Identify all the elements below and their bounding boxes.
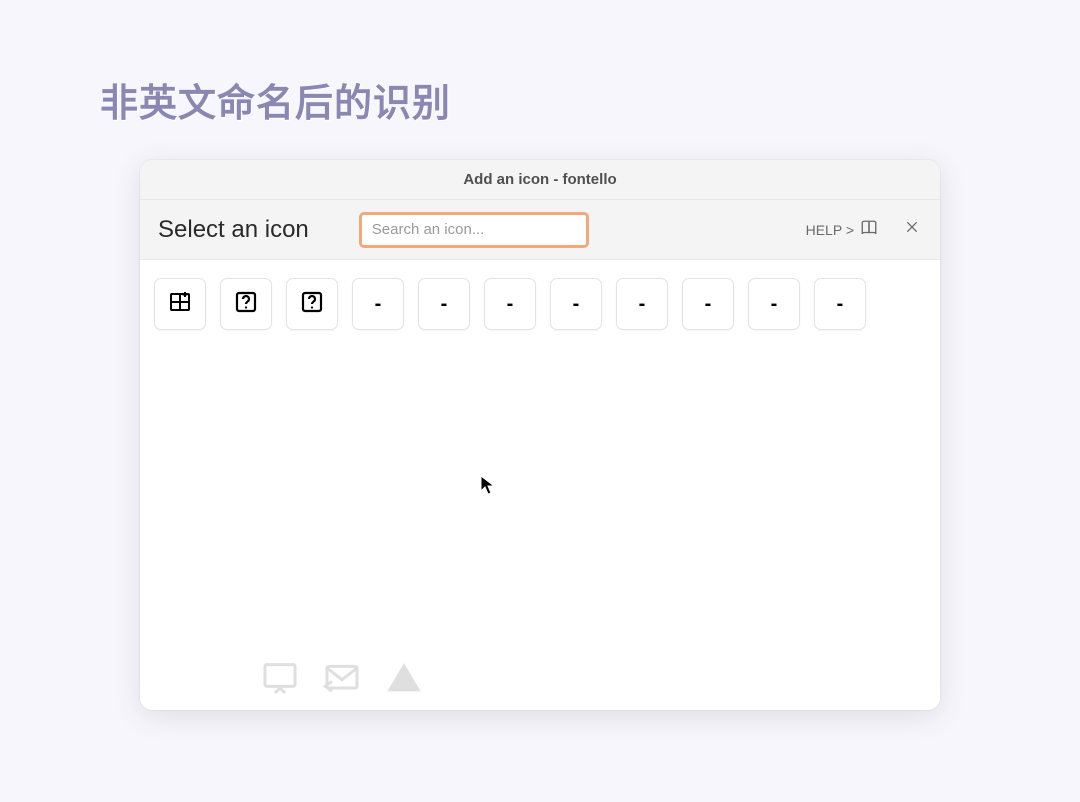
placeholder-7[interactable]: - (748, 278, 800, 330)
placeholder-8[interactable]: - (814, 278, 866, 330)
warning-icon (384, 658, 424, 698)
placeholder-1[interactable]: - (352, 278, 404, 330)
dialog-title-text: Add an icon - fontello (463, 171, 616, 188)
placeholder-2[interactable]: - (418, 278, 470, 330)
help-link-label: HELP > (806, 222, 854, 238)
display-icon (260, 658, 300, 698)
dialog-title-bar: Add an icon - fontello (140, 160, 940, 200)
search-input[interactable] (359, 212, 589, 248)
dash-placeholder-icon: - (639, 293, 646, 316)
table-add-icon[interactable] (154, 278, 206, 330)
placeholder-4[interactable]: - (550, 278, 602, 330)
cursor-arrow-icon (480, 475, 496, 497)
close-icon (904, 219, 920, 240)
placeholder-6[interactable]: - (682, 278, 734, 330)
placeholder-3[interactable]: - (484, 278, 536, 330)
question-box-icon (300, 290, 324, 319)
dialog-header: Select an icon HELP > (140, 200, 940, 260)
dash-placeholder-icon: - (441, 293, 448, 316)
icon-grid: -------- (140, 260, 940, 348)
add-icon-dialog: Add an icon - fontello Select an icon HE… (140, 160, 940, 710)
dash-placeholder-icon: - (837, 293, 844, 316)
table-add-glyph-icon (168, 290, 192, 319)
dash-placeholder-icon: - (771, 293, 778, 316)
close-button[interactable] (902, 220, 922, 240)
select-icon-label: Select an icon (158, 216, 309, 244)
dash-placeholder-icon: - (573, 293, 580, 316)
help-link[interactable]: HELP > (806, 219, 878, 240)
mail-reply-icon (322, 658, 362, 698)
dash-placeholder-icon: - (705, 293, 712, 316)
unknown-icon-1[interactable] (220, 278, 272, 330)
placeholder-5[interactable]: - (616, 278, 668, 330)
page-title: 非英文命名后的识别 (100, 72, 451, 127)
dash-placeholder-icon: - (375, 293, 382, 316)
dash-placeholder-icon: - (507, 293, 514, 316)
unknown-icon-2[interactable] (286, 278, 338, 330)
background-watermark-icons (260, 658, 424, 698)
question-box-icon (234, 290, 258, 319)
book-icon (860, 219, 878, 240)
